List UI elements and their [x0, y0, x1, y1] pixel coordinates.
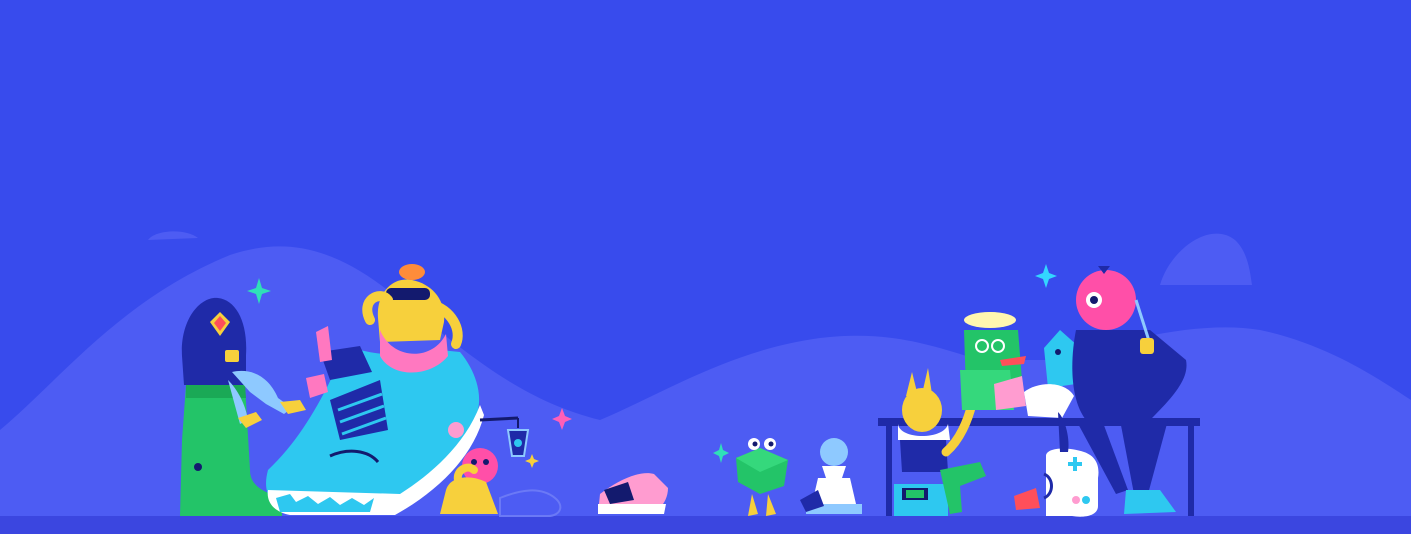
illustration-canvas [0, 231, 1411, 534]
sparkle-icon [1035, 264, 1057, 288]
ground [0, 516, 1411, 534]
gamepad-icon [1043, 448, 1099, 517]
console-crate [894, 484, 948, 516]
cloud-small [148, 231, 198, 240]
discord-hero-illustration [0, 0, 1411, 534]
green-hat-character [960, 312, 1026, 410]
cloud [1160, 233, 1252, 285]
